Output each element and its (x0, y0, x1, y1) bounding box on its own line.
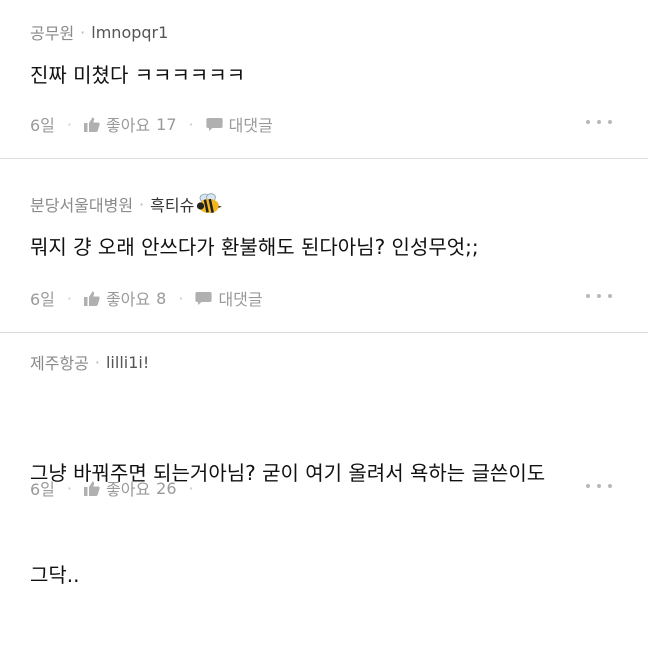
like-label: 좋아요 (106, 290, 151, 309)
comment-meta: 제주항공 · lilli1i! (30, 350, 149, 374)
separator-dot: · (188, 114, 194, 134)
reply-button[interactable]: 대댓글 (195, 286, 263, 310)
like-count: 8 (156, 288, 167, 308)
author-company: 공무원 (30, 24, 75, 43)
separator-dot: · (80, 22, 86, 42)
author-nickname[interactable]: lilli1i! (106, 353, 149, 372)
separator-dot: · (188, 478, 194, 498)
like-button[interactable]: 좋아요 26 (84, 476, 177, 500)
separator-dot: · (66, 114, 72, 134)
bee-icon (197, 193, 223, 214)
divider (0, 332, 648, 333)
more-dots-icon[interactable] (586, 118, 612, 126)
separator-dot: · (178, 288, 184, 308)
speech-bubble-icon (206, 117, 223, 131)
reply-label: 대댓글 (218, 290, 263, 309)
more-dots-icon[interactable] (586, 292, 612, 300)
comment-meta: 분당서울대병원 · 흑티슈 (30, 192, 223, 216)
comment-text: 그냥 바꿔주면 되는거아님? 굳이 여기 올려서 욕하는 글쓴이도 그닥.. (30, 388, 618, 660)
comment-time: 6일 (30, 116, 55, 135)
reply-button[interactable]: 대댓글 (206, 112, 273, 136)
comment-actions: 6일 · 좋아요 17 · 대댓글 (30, 112, 273, 136)
thumbs-up-icon (84, 291, 100, 306)
comment-meta: 공무원 · lmnopqr1 (30, 20, 168, 44)
comment-text: 진짜 미쳤다 ㅋㅋㅋㅋㅋㅋ (30, 63, 246, 87)
separator-dot: · (66, 478, 72, 498)
like-label: 좋아요 (106, 480, 151, 499)
more-dots-icon[interactable] (586, 482, 612, 490)
divider (0, 158, 648, 159)
thumbs-up-icon (84, 117, 100, 132)
reply-label: 대댓글 (228, 116, 273, 135)
author-nickname[interactable]: 흑티슈 (150, 192, 194, 216)
author-company: 분당서울대병원 (30, 196, 134, 215)
separator-dot: · (94, 352, 100, 372)
comment-actions: 6일 · 좋아요 26 · (30, 476, 206, 500)
comment-time: 6일 (30, 290, 55, 309)
thumbs-up-icon (84, 481, 100, 496)
comment-actions: 6일 · 좋아요 8 · 대댓글 (30, 286, 263, 310)
comment-text-line: 그닥.. (30, 563, 80, 587)
like-count: 26 (156, 478, 177, 498)
like-label: 좋아요 (106, 116, 151, 135)
like-button[interactable]: 좋아요 8 (84, 286, 166, 310)
comment-time: 6일 (30, 480, 55, 499)
separator-dot: · (139, 194, 145, 214)
separator-dot: · (66, 288, 72, 308)
author-company: 제주항공 (30, 354, 89, 373)
like-count: 17 (156, 114, 177, 134)
like-button[interactable]: 좋아요 17 (84, 112, 177, 136)
speech-bubble-icon (195, 291, 213, 305)
author-nickname[interactable]: lmnopqr1 (91, 23, 168, 42)
comment-text: 뭐지 걍 오래 안쓰다가 환불해도 된다아님? 인성무엇;; (30, 235, 479, 259)
